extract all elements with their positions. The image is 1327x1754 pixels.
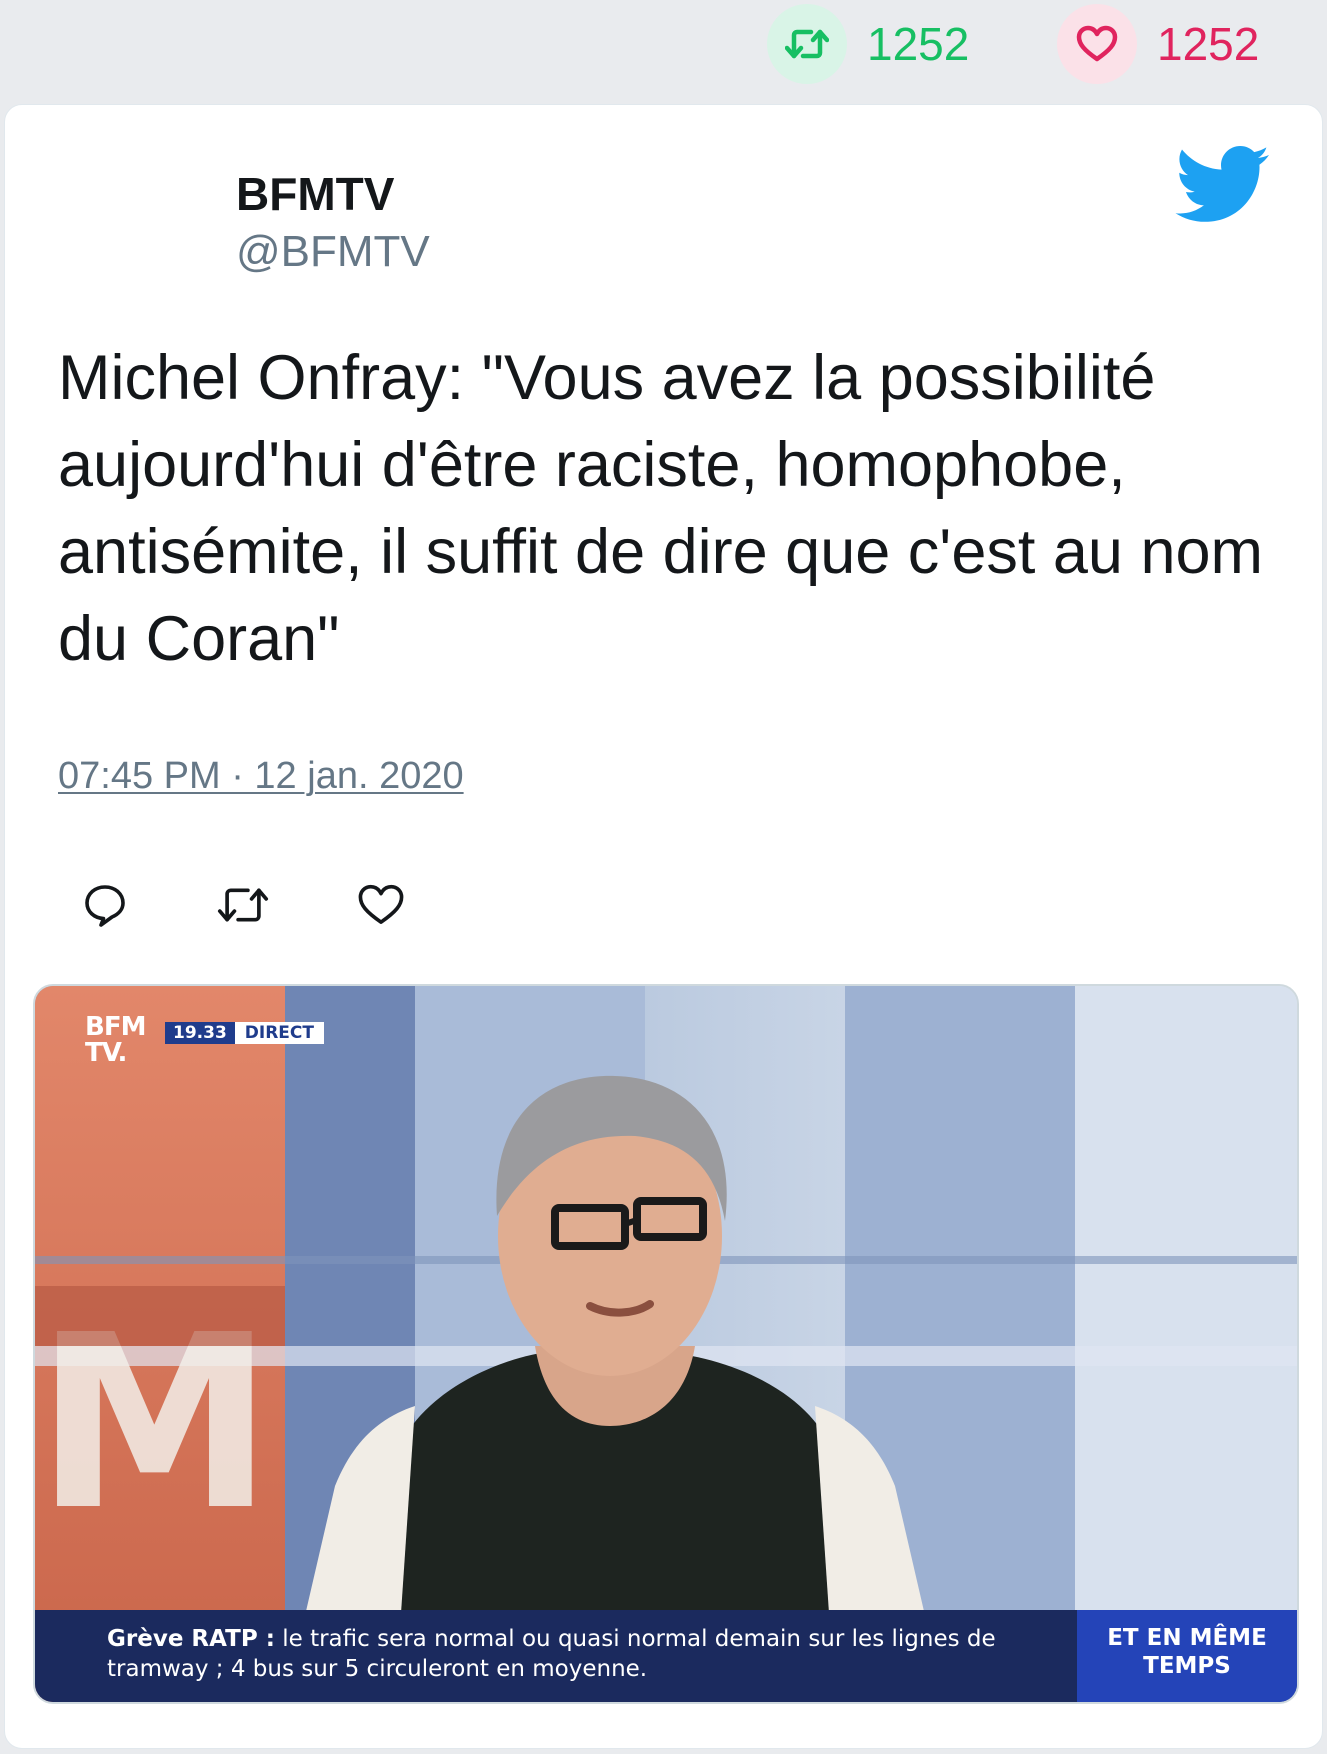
tweet-card: BFMTV @BFMTV Michel Onfray: "Vous avez l… xyxy=(4,104,1323,1749)
tweet-text: Michel Onfray: "Vous avez la possibilité… xyxy=(58,343,1263,674)
like-stat[interactable]: 1252 xyxy=(1057,4,1259,84)
like-count: 1252 xyxy=(1157,18,1260,70)
channel-logo: BFM TV. xyxy=(85,1012,146,1068)
author-name[interactable]: BFMTV xyxy=(236,167,394,221)
broadcast-clock: 19.33 xyxy=(165,1022,235,1044)
retweet-icon xyxy=(767,4,847,84)
reply-icon[interactable] xyxy=(75,875,135,935)
tweet-media-video-still[interactable]: M BFM TV. 19.33 DIRECT Grève RATP : le t… xyxy=(33,984,1299,1704)
live-badge: 19.33 DIRECT xyxy=(165,1022,324,1044)
retweet-stat[interactable]: 1252 xyxy=(767,4,969,84)
ticker-topic: Grève RATP : xyxy=(107,1626,275,1652)
retweet-count: 1252 xyxy=(867,18,970,70)
like-icon[interactable] xyxy=(351,875,411,935)
tweet-timestamp-link[interactable]: 07:45 PM · 12 jan. 2020 xyxy=(58,755,464,798)
twitter-bird-icon[interactable] xyxy=(1175,145,1271,230)
live-label: DIRECT xyxy=(234,1022,324,1044)
retweet-icon[interactable] xyxy=(213,875,273,935)
engagement-stats: 1252 1252 xyxy=(0,0,1327,100)
ticker-text: Grève RATP : le trafic sera normal ou qu… xyxy=(35,1610,1077,1702)
ticker-program-label: ET EN MÊME TEMPS xyxy=(1077,1610,1297,1702)
author-handle[interactable]: @BFMTV xyxy=(236,227,430,277)
heart-icon xyxy=(1057,4,1137,84)
tv-studio-scene: M xyxy=(35,986,1297,1702)
news-ticker: Grève RATP : le trafic sera normal ou qu… xyxy=(35,1610,1297,1702)
